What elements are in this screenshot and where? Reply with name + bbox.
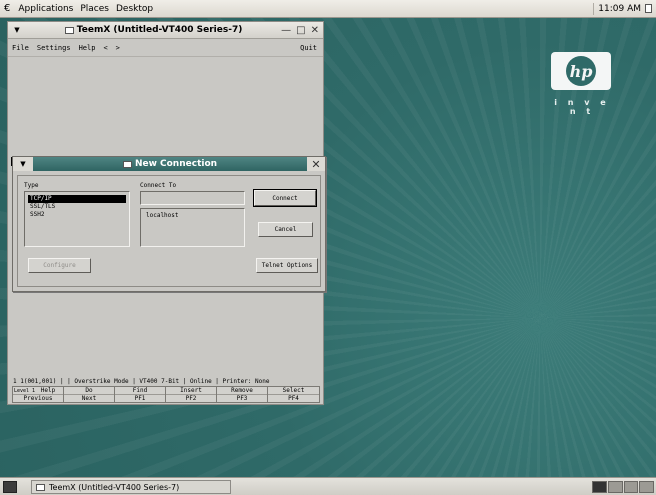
connect-to-label: Connect To xyxy=(140,182,177,189)
top-panel: € Applications Places Desktop 11:09 AM xyxy=(0,0,656,18)
menu-applications[interactable]: Applications xyxy=(18,4,73,14)
window-icon xyxy=(122,160,132,168)
fkey-label: Find xyxy=(115,387,165,395)
fkey-label: PF1 xyxy=(134,395,146,402)
fkey-label: Select xyxy=(268,387,319,395)
cancel-button[interactable]: Cancel xyxy=(258,222,313,237)
level-label: Level 1 xyxy=(14,388,36,394)
type-label: Type xyxy=(24,182,39,189)
close-icon[interactable]: ✕ xyxy=(307,157,325,171)
gnome-foot-icon[interactable]: € xyxy=(4,3,10,14)
workspace-4[interactable] xyxy=(639,481,654,493)
menu-bar: File Settings Help < > Quit xyxy=(8,39,323,57)
dialog-title: New Connection xyxy=(134,159,218,169)
fkey-label: Remove xyxy=(217,387,267,395)
hp-logo: hp xyxy=(551,52,611,90)
menu-settings[interactable]: Settings xyxy=(37,44,71,52)
connect-button[interactable]: Connect xyxy=(253,189,317,207)
bottom-panel: TeemX (Untitled-VT400 Series-7) xyxy=(0,477,656,495)
taskbar-item-label: TeemX (Untitled-VT400 Series-7) xyxy=(49,482,180,492)
workspace-1[interactable] xyxy=(592,481,607,493)
window-menu-icon[interactable]: ▼ xyxy=(8,26,26,34)
fkey-do[interactable]: Do Next xyxy=(64,387,115,402)
workspace-2[interactable] xyxy=(607,481,623,493)
show-desktop-icon[interactable] xyxy=(3,481,17,493)
fkey-label: Previous xyxy=(23,395,53,402)
window-title: TeemX (Untitled-VT400 Series-7) xyxy=(76,25,243,35)
fkey-label: PF2 xyxy=(185,395,197,402)
new-connection-dialog: ▼ New Connection ✕ Type TCP/IP SSL/TLS S… xyxy=(12,156,326,292)
window-icon xyxy=(64,26,74,34)
connect-to-input[interactable] xyxy=(140,191,245,205)
minimize-icon[interactable]: — xyxy=(281,25,291,36)
type-option-ssh2[interactable]: SSH2 xyxy=(28,211,126,219)
close-icon[interactable]: ✕ xyxy=(311,25,319,36)
workspace-switcher xyxy=(592,481,654,493)
window-titlebar[interactable]: ▼ TeemX (Untitled-VT400 Series-7) — □ ✕ xyxy=(8,22,323,39)
clock[interactable]: 11:09 AM xyxy=(593,2,656,15)
menu-help[interactable]: Help xyxy=(79,44,96,52)
menu-quit[interactable]: Quit xyxy=(300,44,317,52)
host-option-localhost[interactable]: localhost xyxy=(144,212,241,220)
fkey-label: Next xyxy=(81,395,97,402)
hp-tagline: i n v e n t xyxy=(554,98,610,116)
menu-file[interactable]: File xyxy=(12,44,29,52)
window-icon xyxy=(36,483,45,491)
type-list[interactable]: TCP/IP SSL/TLS SSH2 xyxy=(24,191,130,247)
telnet-options-button[interactable]: Telnet Options xyxy=(256,258,318,273)
dialog-titlebar[interactable]: ▼ New Connection ✕ xyxy=(13,157,325,171)
fkey-select[interactable]: Select PF4 xyxy=(268,387,319,402)
menu-places[interactable]: Places xyxy=(80,4,109,14)
fkey-remove[interactable]: Remove PF3 xyxy=(217,387,268,402)
fkey-label: Insert xyxy=(166,387,216,395)
fkey-label: PF4 xyxy=(288,395,299,402)
workspace-3[interactable] xyxy=(623,481,639,493)
taskbar-item-teemx[interactable]: TeemX (Untitled-VT400 Series-7) xyxy=(31,480,231,494)
clock-time: 11:09 AM xyxy=(598,3,641,14)
level-indicator: Level 1 xyxy=(14,388,35,395)
fkey-help[interactable]: Help Previous Level 1 xyxy=(13,387,64,402)
type-option-ssl[interactable]: SSL/TLS xyxy=(28,203,126,211)
fkey-insert[interactable]: Insert PF2 xyxy=(166,387,217,402)
maximize-icon[interactable]: □ xyxy=(296,25,305,36)
host-list[interactable]: localhost xyxy=(140,208,245,247)
hp-logo-text: hp xyxy=(566,56,596,86)
configure-button[interactable]: Configure xyxy=(28,258,91,273)
fkey-label: PF3 xyxy=(236,395,248,402)
status-line: 1 1(001,001) | | Overstrike Mode | VT400… xyxy=(13,378,270,385)
forward-button[interactable]: > xyxy=(116,44,120,52)
notification-icon[interactable] xyxy=(645,4,652,13)
menu-desktop[interactable]: Desktop xyxy=(116,4,153,14)
window-menu-icon[interactable]: ▼ xyxy=(13,157,33,171)
fkey-label: Do xyxy=(64,387,114,395)
fkey-find[interactable]: Find PF1 xyxy=(115,387,166,402)
back-button[interactable]: < xyxy=(103,44,107,52)
function-key-bar: Help Previous Level 1 Do Next Find PF1 I… xyxy=(12,386,320,403)
type-option-tcpip[interactable]: TCP/IP xyxy=(28,195,126,203)
dialog-body: Type TCP/IP SSL/TLS SSH2 Connect To loca… xyxy=(17,175,321,287)
